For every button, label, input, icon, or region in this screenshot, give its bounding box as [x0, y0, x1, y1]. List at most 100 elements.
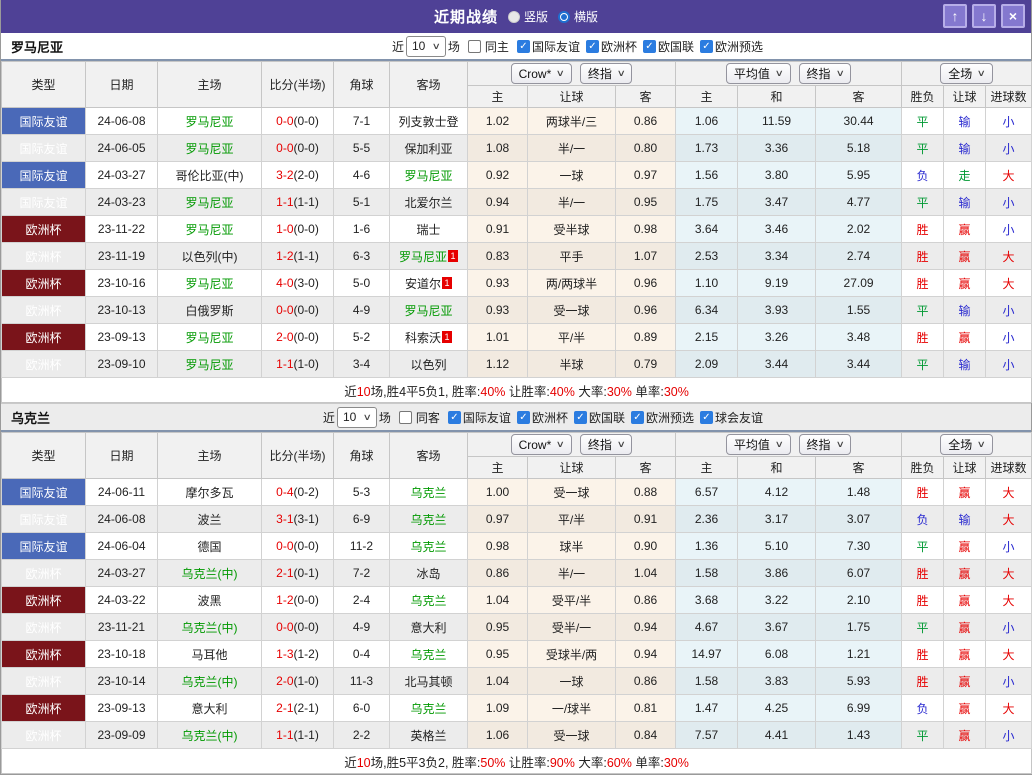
result-win-draw-loss: 胜 [901, 478, 945, 506]
full-match-header: 全场 ∨ [901, 61, 1032, 86]
result-goals: 小 [985, 350, 1032, 378]
result-handicap: 赢 [943, 586, 987, 614]
match-score: 0-0(0-0) [261, 296, 334, 324]
radio-checked-icon [558, 10, 570, 23]
move-down-button[interactable]: ↓ [972, 4, 996, 28]
avg-company-select-label: 平均值 [733, 67, 770, 81]
result-win-draw-loss: 平 [901, 188, 945, 216]
full-match-select[interactable]: 全场 ∨ [940, 63, 993, 84]
sub-column-header: 客 [614, 456, 677, 479]
table-row: 国际友谊 24-03-27 哥伦比亚(中) 3-2(2-0) 4-6 罗马尼亚 0.92 一球… [1, 161, 1032, 189]
match-date: 23-09-13 [85, 694, 158, 722]
avg-odds-header: 平均值 ∨ 终指 ∨ [675, 432, 903, 457]
league-checkbox[interactable]: ✓ [447, 410, 461, 424]
avg-draw-odds: 4.41 [737, 721, 817, 749]
match-type-badge: 欧洲杯 [1, 694, 86, 722]
home-team: 罗马尼亚 [157, 107, 262, 135]
result-handicap: 赢 [943, 215, 987, 243]
match-score: 0-0(0-0) [261, 532, 334, 560]
avg-final-select[interactable]: 终指 ∨ [798, 434, 852, 455]
league-checkbox[interactable]: ✓ [573, 410, 587, 424]
avg-draw-odds: 3.46 [737, 215, 817, 243]
match-date: 23-11-19 [85, 242, 158, 270]
league-checkbox[interactable]: ✓ [699, 410, 713, 424]
sub-column-header: 主 [467, 85, 528, 108]
match-score: 0-0(0-0) [261, 613, 334, 641]
match-date: 23-10-18 [85, 640, 158, 668]
away-team: 乌克兰 [389, 640, 468, 668]
layout-horizontal-radio[interactable]: 横版 [558, 8, 598, 25]
result-handicap: 输 [943, 134, 987, 162]
avg-draw-odds: 3.17 [737, 505, 817, 533]
move-up-button[interactable]: ↑ [943, 4, 967, 28]
crow-home-odds: 0.86 [467, 559, 528, 587]
full-time-score: 0-0 [276, 114, 294, 128]
result-goals: 小 [985, 532, 1032, 560]
result-win-draw-loss: 平 [901, 532, 945, 560]
crow-company-select-label: Crow* [518, 66, 552, 81]
crow-handicap: 受一球 [527, 478, 616, 506]
full-time-score: 0-0 [276, 539, 294, 553]
crow-final-select[interactable]: 终指 ∨ [579, 434, 633, 455]
close-button[interactable]: × [1001, 4, 1025, 28]
league-label: 球会友谊 [714, 410, 763, 425]
league-checkbox[interactable]: ✓ [516, 39, 530, 53]
recent-count-select[interactable]: 10 ∨ [405, 35, 446, 57]
crow-company-select[interactable]: Crow* ∨ [510, 63, 572, 84]
avg-company-select[interactable]: 平均值 ∨ [725, 63, 791, 84]
crow-home-odds: 1.04 [467, 586, 528, 614]
avg-company-select[interactable]: 平均值 ∨ [725, 434, 791, 455]
summary-segment: 场,胜4平5负1, 胜率: [370, 384, 481, 399]
summary-segment: 单率: [631, 384, 664, 399]
league-checkbox[interactable]: ✓ [630, 410, 644, 424]
result-goals: 小 [985, 613, 1032, 641]
match-date: 24-03-27 [85, 559, 158, 587]
match-score: 1-1(1-1) [261, 721, 334, 749]
avg-away-odds: 30.44 [815, 107, 903, 135]
avg-draw-odds: 3.86 [737, 559, 817, 587]
summary-row: 近10场,胜4平5负1, 胜率:40% 让胜率:40% 大率:30% 单率:30… [0, 377, 1032, 403]
crow-company-select[interactable]: Crow* ∨ [510, 434, 572, 455]
corner-score: 5-2 [333, 323, 390, 351]
match-score: 0-0(0-0) [261, 107, 334, 135]
league-checkbox[interactable]: ✓ [642, 39, 656, 53]
check-icon: ✓ [450, 411, 459, 423]
crow-handicap: 受一球 [527, 296, 616, 324]
check-icon: ✓ [519, 411, 528, 423]
recent-count-select[interactable]: 10 ∨ [336, 406, 377, 428]
league-checkbox[interactable]: ✓ [585, 39, 599, 53]
same-venue-checkbox[interactable] [398, 410, 412, 424]
home-team: 以色列(中) [157, 242, 262, 270]
avg-final-select[interactable]: 终指 ∨ [798, 63, 852, 84]
sub-column-header: 让球 [943, 85, 987, 108]
crow-handicap: 受一球 [527, 721, 616, 749]
league-checkbox[interactable]: ✓ [516, 410, 530, 424]
close-icon: × [1008, 8, 1018, 24]
crow-handicap: 半/一 [527, 188, 616, 216]
avg-draw-odds: 3.44 [737, 350, 817, 378]
chevron-down-icon: ∨ [976, 68, 987, 78]
corner-score: 5-0 [333, 269, 390, 297]
layout-vertical-radio[interactable]: 竖版 [507, 8, 548, 25]
sub-column-header: 让球 [527, 456, 616, 479]
half-time-score: (0-1) [293, 566, 319, 580]
league-checkbox[interactable]: ✓ [699, 39, 713, 53]
full-time-score: 1-1 [276, 195, 294, 209]
corner-score: 5-3 [333, 478, 390, 506]
summary-segment: 10 [356, 755, 371, 770]
avg-away-odds: 1.43 [815, 721, 903, 749]
same-venue-label: 同客 [415, 410, 440, 425]
full-match-select[interactable]: 全场 ∨ [940, 434, 993, 455]
match-score: 3-1(3-1) [261, 505, 334, 533]
full-time-score: 1-2 [276, 593, 294, 607]
crow-away-odds: 0.88 [614, 478, 677, 506]
crow-handicap: 受半/一 [527, 613, 616, 641]
chevron-down-icon: ∨ [362, 411, 373, 422]
result-goals: 大 [985, 161, 1032, 189]
crow-final-select[interactable]: 终指 ∨ [579, 63, 633, 84]
table-row: 欧洲杯 23-09-09 乌克兰(中) 1-1(1-1) 2-2 英格兰 1.06 受一球 0.… [1, 721, 1032, 749]
result-goals: 小 [985, 215, 1032, 243]
corner-score: 2-2 [333, 721, 390, 749]
sub-column-header: 胜负 [901, 85, 945, 108]
same-venue-checkbox[interactable] [467, 39, 481, 53]
